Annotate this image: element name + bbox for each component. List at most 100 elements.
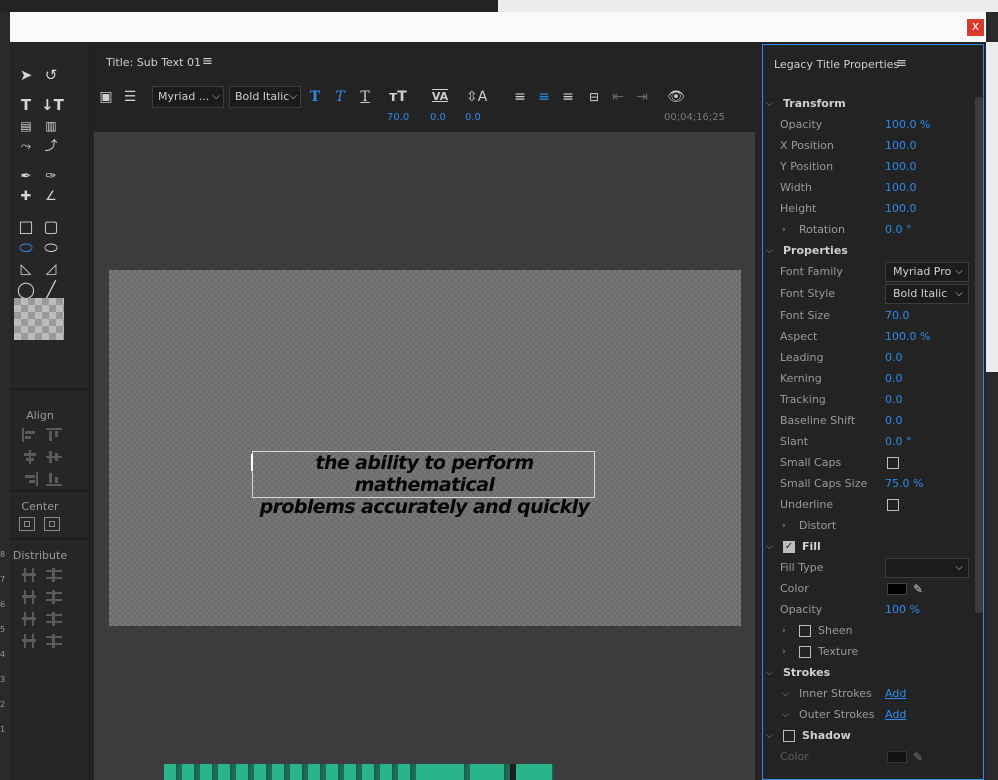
fill-color-swatch[interactable] [887,583,907,595]
underline-checkbox[interactable] [887,499,899,511]
rotation-tool-icon[interactable]: ↺ [41,66,61,84]
distribute-space-v-icon[interactable] [46,634,62,648]
distribute-left-icon[interactable] [22,568,38,582]
close-button[interactable]: x [967,19,984,36]
kerning-icon[interactable]: VA [430,88,450,106]
rectangle-tool-icon[interactable]: □ [16,218,36,236]
small-caps-checkbox[interactable] [887,457,899,469]
leading-icon[interactable]: ⇳A [466,88,487,106]
y-position-value[interactable]: 100.0 [885,157,917,177]
line-tool-icon[interactable]: ╱ [41,281,61,299]
distribute-top-icon[interactable] [46,568,62,582]
vertical-area-type-tool-icon[interactable]: ▥ [41,117,61,135]
rotation-row[interactable]: › Rotation 0.0 ° [763,220,973,240]
add-anchor-tool-icon[interactable]: ✚ [16,188,36,206]
delete-anchor-tool-icon[interactable]: ✑ [41,168,61,186]
rounded-corner-tool-icon[interactable]: ⬭ [41,239,61,257]
eyedropper-icon[interactable]: ✎ [913,747,923,767]
arc-tool-icon[interactable]: ◿ [41,260,61,278]
add-outer-stroke-link[interactable]: Add [885,705,906,725]
distribute-center-h-icon[interactable] [22,590,38,604]
font-size-prop-value[interactable]: 70.0 [885,306,910,326]
section-properties[interactable]: ⌵ Properties [763,241,973,261]
distribute-bottom-icon[interactable] [46,612,62,626]
section-strokes[interactable]: ⌵ Strokes [763,663,973,683]
title-canvas[interactable]: the ability to perform mathematical prob… [109,270,741,626]
text-box[interactable]: the ability to perform mathematical prob… [251,451,595,518]
section-transform[interactable]: ⌵ Transform [763,94,973,114]
fill-opacity-value[interactable]: 100 % [885,600,920,620]
title-text[interactable]: the ability to perform mathematical prob… [253,452,596,518]
leading-prop-value[interactable]: 0.0 [885,348,903,368]
section-fill[interactable]: ⌵ ✓ Fill [763,537,973,557]
kerning-prop-value[interactable]: 0.0 [885,369,903,389]
props-menu-icon[interactable]: ≡ [896,56,907,71]
font-family-dropdown[interactable]: Myriad ... ⌵ [152,86,224,108]
underline-icon[interactable]: T [355,88,375,106]
section-shadow[interactable]: ⌵ Shadow [763,726,973,746]
eyedropper-icon[interactable]: ✎ [913,579,923,599]
fill-checkbox[interactable]: ✓ [783,541,795,553]
font-size-value[interactable]: 70.0 [387,112,409,123]
sheen-checkbox[interactable] [799,625,811,637]
distribute-right-icon[interactable] [22,612,38,626]
align-top-icon[interactable] [46,428,62,442]
path-type-tool-icon[interactable]: ⤳ [16,138,36,156]
font-style-dropdown[interactable]: Bold Italic ⌵ [229,86,301,108]
width-value[interactable]: 100.0 [885,178,917,198]
fill-type-select[interactable]: ⌵ [885,558,969,578]
texture-checkbox[interactable] [799,646,811,658]
shadow-checkbox[interactable] [783,730,795,742]
align-vertical-center-icon[interactable] [46,450,62,464]
sheen-row[interactable]: › Sheen [763,621,973,641]
center-horizontal-icon[interactable] [19,517,35,531]
align-left-text-icon[interactable]: ≡ [510,88,530,106]
opacity-value[interactable]: 100.0 % [885,115,930,135]
style-swatch[interactable] [14,298,64,340]
baseline-shift-value[interactable]: 0.0 [885,411,903,431]
height-value[interactable]: 100.0 [885,199,917,219]
center-vertical-icon[interactable] [44,517,60,531]
convert-anchor-tool-icon[interactable]: ∠ [41,188,61,206]
ellipse-tool-icon[interactable]: ◯ [16,281,36,299]
shadow-color-swatch[interactable] [887,751,907,763]
add-inner-stroke-link[interactable]: Add [885,684,906,704]
rotation-value[interactable]: 0.0 ° [885,220,912,240]
type-tool-icon[interactable]: T [16,96,36,114]
font-family-select[interactable]: Myriad Pro ⌵ [885,262,969,282]
tracking-value[interactable]: 0.0 [885,390,903,410]
texture-row[interactable]: › Texture [763,642,973,662]
align-bottom-icon[interactable] [46,472,62,486]
distribute-center-v-icon[interactable] [46,590,62,604]
pen-tool-icon[interactable]: ✒ [16,168,36,186]
indent-right-icon[interactable]: ⇥ [632,88,652,106]
italic-icon[interactable]: T [330,88,350,106]
align-horizontal-center-icon[interactable] [22,450,38,464]
vertical-type-tool-icon[interactable]: ↓T [41,96,64,114]
align-right-icon[interactable] [22,472,38,486]
bold-icon[interactable]: T [305,88,325,106]
tab-stops-icon[interactable]: ⊟ [584,88,604,106]
roll-crawl-options-icon[interactable]: ☰ [120,88,140,106]
selection-tool-icon[interactable]: ➤ [16,66,36,84]
font-style-select[interactable]: Bold Italic ⌵ [885,284,969,304]
align-left-icon[interactable] [22,428,38,442]
small-caps-size-value[interactable]: 75.0 % [885,474,923,494]
x-position-value[interactable]: 100.0 [885,136,917,156]
hamburger-menu-icon[interactable]: ≡ [202,54,213,69]
align-right-text-icon[interactable]: ≡ [558,88,578,106]
distribute-space-h-icon[interactable] [22,634,38,648]
slant-value[interactable]: 0.0 ° [885,432,912,452]
vertical-path-type-tool-icon[interactable]: ⤴ [41,138,61,156]
kerning-value[interactable]: 0.0 [430,112,446,123]
font-size-icon[interactable]: ᴛT [388,88,408,106]
indent-left-icon[interactable]: ⇤ [608,88,628,106]
wedge-tool-icon[interactable]: ◺ [16,260,36,278]
rounded-rectangle-tool-icon[interactable]: ▢ [41,218,61,236]
new-title-icon[interactable]: ▣ [96,88,116,106]
align-center-text-icon[interactable]: ≡ [534,88,554,106]
clipped-corner-tool-icon[interactable]: ⬭ [16,239,36,257]
leading-value[interactable]: 0.0 [465,112,481,123]
distort-row[interactable]: › Distort [763,516,973,536]
properties-scrollbar[interactable] [975,97,983,613]
